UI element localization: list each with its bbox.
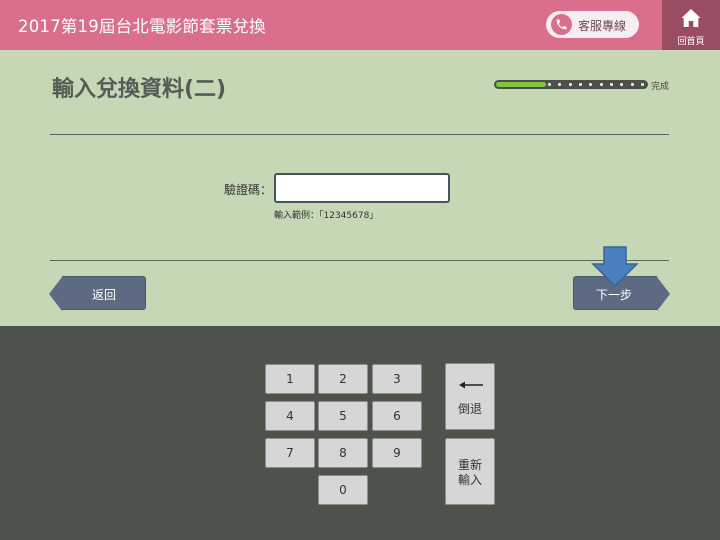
- key-6[interactable]: 6: [372, 401, 422, 431]
- app-title: 2017第19屆台北電影節套票兌換: [18, 17, 266, 36]
- top-divider: [50, 134, 669, 135]
- left-arrow-icon: [459, 381, 483, 389]
- key-3[interactable]: 3: [372, 364, 422, 394]
- verification-code-input[interactable]: [274, 173, 450, 203]
- progress-fill: [496, 82, 546, 87]
- key-8[interactable]: 8: [318, 438, 368, 468]
- back-button-label: 返回: [92, 288, 117, 302]
- reset-input-button[interactable]: 重新 輸入: [445, 438, 495, 505]
- down-arrow-icon: [591, 246, 639, 288]
- key-0[interactable]: 0: [318, 475, 368, 505]
- back-button[interactable]: 返回: [49, 276, 146, 311]
- form-panel: 輸入兌換資料(二) 完成 驗證碼： 輸入範例：「12345678」 返回 下一步: [0, 50, 720, 326]
- key-9[interactable]: 9: [372, 438, 422, 468]
- verification-code-label: 驗證碼：: [224, 183, 273, 197]
- page-title: 輸入兌換資料(二): [52, 77, 227, 102]
- key-1[interactable]: 1: [265, 364, 315, 394]
- reset-input-label: 重新 輸入: [457, 458, 482, 487]
- backspace-button[interactable]: 倒退: [445, 363, 495, 430]
- key-7[interactable]: 7: [265, 438, 315, 468]
- home-button[interactable]: 回首頁: [662, 0, 720, 50]
- progress-bar: [494, 80, 648, 89]
- home-icon: [681, 9, 701, 27]
- progress-label: 完成: [651, 82, 670, 92]
- phone-icon: [551, 14, 572, 35]
- backspace-label: 倒退: [457, 402, 482, 416]
- key-2[interactable]: 2: [318, 364, 368, 394]
- key-4[interactable]: 4: [265, 401, 315, 431]
- bottom-divider: [50, 260, 669, 261]
- service-label: 客服專線: [578, 19, 627, 33]
- next-step-label: 下一步: [596, 288, 633, 302]
- customer-service-button[interactable]: 客服專線: [546, 11, 639, 38]
- header-bar: 2017第19屆台北電影節套票兌換 客服專線 回首頁: [0, 0, 720, 50]
- key-5[interactable]: 5: [318, 401, 368, 431]
- progress-steps: [548, 82, 644, 87]
- home-label: 回首頁: [677, 37, 705, 47]
- input-example-hint: 輸入範例：「12345678」: [274, 211, 379, 221]
